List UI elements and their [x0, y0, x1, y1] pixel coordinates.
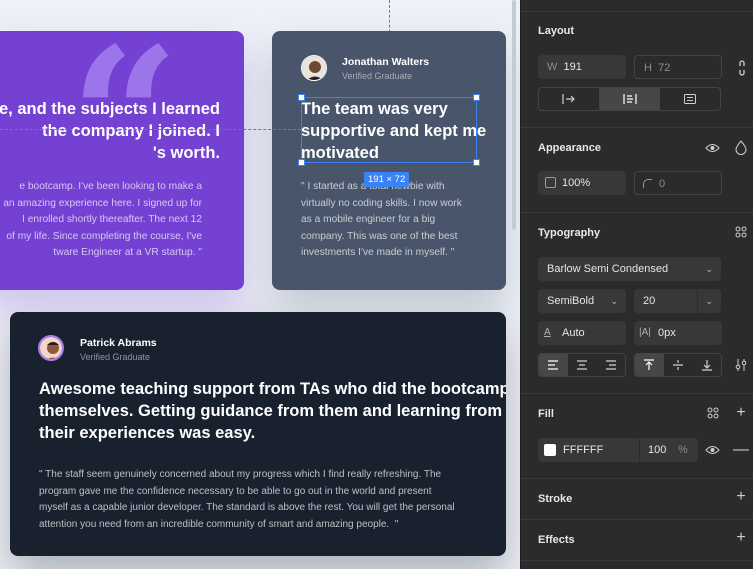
add-stroke-icon[interactable]: +: [733, 489, 749, 505]
chevron-down-icon: ⌄: [610, 296, 618, 306]
fill-color-field[interactable]: FFFFFF 100 %: [538, 438, 698, 462]
author-role: Verified Graduate: [80, 352, 151, 362]
avatar: [38, 335, 64, 361]
font-weight-select[interactable]: SemiBold ⌄: [538, 289, 626, 313]
opacity-icon: [545, 177, 556, 188]
letter-spacing-field[interactable]: |A| 0px: [634, 321, 722, 345]
section-title: Layout: [538, 25, 575, 37]
height-value: 72: [658, 62, 671, 74]
layout-section: Layout W 191 H 72: [521, 12, 753, 128]
text-align-group: [538, 353, 626, 377]
align-bottom-icon[interactable]: [693, 354, 721, 376]
author-role: Verified Graduate: [342, 71, 413, 81]
font-size-value: 20: [643, 295, 656, 307]
alignment-guide-horizontal: [0, 129, 301, 130]
align-center-icon[interactable]: [568, 354, 596, 376]
line-height-field[interactable]: A Auto: [538, 321, 626, 345]
font-family-value: Barlow Semi Condensed: [547, 263, 669, 275]
properties-panel: Layout W 191 H 72 Appearance 100% 0 Typo…: [520, 0, 753, 569]
section-title: Stroke: [538, 493, 573, 505]
remove-fill-icon[interactable]: —: [733, 442, 749, 458]
author-name: Patrick Abrams: [80, 337, 157, 349]
resize-handle-bottom-left[interactable]: [298, 159, 305, 166]
fill-styles-grid-icon[interactable]: [705, 407, 721, 422]
font-weight-value: SemiBold: [547, 295, 595, 307]
resize-handle-top-right[interactable]: [473, 94, 480, 101]
vertical-align-group: [634, 353, 722, 377]
section-title: Fill: [538, 408, 554, 420]
corner-radius-icon: [643, 179, 652, 188]
width-value: 191: [563, 61, 582, 73]
resize-mode-group: [538, 87, 721, 111]
letter-spacing-value: 0px: [658, 327, 676, 339]
avatar: [301, 55, 327, 81]
design-canvas[interactable]: “ se, and the subjects I learned the com…: [0, 0, 520, 569]
resize-handle-top-left[interactable]: [298, 94, 305, 101]
blend-drop-icon[interactable]: [733, 140, 749, 158]
align-right-icon[interactable]: [597, 354, 625, 376]
fill-opacity-unit: %: [678, 444, 688, 456]
auto-width-icon[interactable]: [598, 88, 661, 110]
author-name: Jonathan Walters: [342, 56, 430, 68]
visibility-eye-icon[interactable]: [704, 142, 720, 157]
opacity-value: 100%: [562, 177, 591, 189]
opacity-field[interactable]: 100%: [538, 171, 626, 195]
stroke-section: Stroke +: [521, 479, 753, 520]
corner-radius-field[interactable]: 0: [634, 171, 722, 195]
text-styles-grid-icon[interactable]: [733, 226, 749, 241]
selection-box[interactable]: [301, 97, 477, 163]
appearance-section: Appearance 100% 0: [521, 128, 753, 213]
fixed-width-icon[interactable]: [539, 88, 599, 110]
section-title: Typography: [538, 227, 601, 239]
width-label: W: [547, 61, 558, 73]
selection-size-label: 191 × 72: [364, 172, 410, 187]
fill-opacity-value[interactable]: 100: [648, 438, 666, 462]
height-label: H: [644, 62, 652, 74]
constrain-proportions-icon[interactable]: [734, 60, 750, 79]
height-field[interactable]: H 72: [634, 55, 722, 79]
align-top-icon[interactable]: [635, 354, 665, 376]
testimonial-card-dark[interactable]: Patrick Abrams Verified Graduate Awesome…: [10, 312, 506, 556]
font-size-dropdown[interactable]: ⌄: [697, 289, 721, 313]
line-height-value: Auto: [562, 327, 585, 339]
add-effect-icon[interactable]: +: [733, 530, 749, 546]
auto-height-icon[interactable]: [660, 88, 720, 110]
card-body: e bootcamp. I've been looking to make a …: [3, 181, 202, 258]
corner-radius-value: 0: [659, 178, 666, 190]
align-left-icon[interactable]: [539, 354, 569, 376]
chevron-down-icon: ⌄: [705, 296, 713, 306]
fill-hex-value: FFFFFF: [563, 444, 604, 456]
section-title: Appearance: [538, 142, 601, 154]
card-body: " I started as a total newbie with virtu…: [301, 181, 462, 258]
chevron-down-icon: ⌄: [705, 264, 713, 274]
fill-section: Fill + FFFFFF 100 % —: [521, 394, 753, 479]
line-height-icon: A: [544, 327, 551, 338]
panel-top-section: [521, 0, 753, 12]
effects-section: Effects +: [521, 520, 753, 561]
font-family-select[interactable]: Barlow Semi Condensed ⌄: [538, 257, 721, 281]
canvas-scrollbar[interactable]: [512, 0, 516, 230]
typography-section: Typography Barlow Semi Condensed ⌄ SemiB…: [521, 213, 753, 394]
resize-handle-bottom-right[interactable]: [473, 159, 480, 166]
card-heading: se, and the subjects I learned the compa…: [0, 100, 220, 162]
color-swatch[interactable]: [544, 444, 556, 456]
align-middle-icon[interactable]: [664, 354, 692, 376]
testimonial-card-purple[interactable]: “ se, and the subjects I learned the com…: [0, 31, 244, 290]
letter-spacing-icon: |A|: [639, 327, 651, 338]
fill-visibility-eye-icon[interactable]: [704, 444, 720, 459]
width-field[interactable]: W 191: [538, 55, 626, 79]
text-settings-sliders-icon[interactable]: [733, 358, 749, 375]
card-body: " The staff seem genuinely concerned abo…: [39, 469, 455, 530]
add-fill-icon[interactable]: +: [733, 405, 749, 421]
section-title: Effects: [538, 534, 575, 546]
card-heading: Awesome teaching support from TAs who di…: [39, 380, 506, 442]
field-divider: [639, 438, 640, 462]
font-size-input[interactable]: 20 ⌄: [634, 289, 721, 313]
